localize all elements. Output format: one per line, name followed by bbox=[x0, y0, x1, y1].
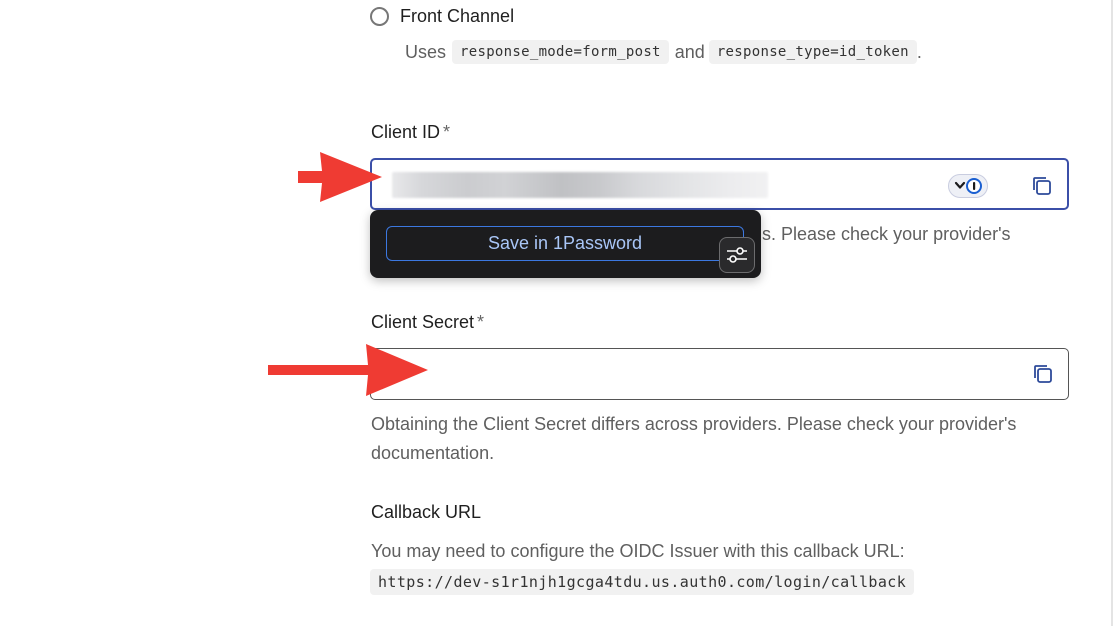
annotation-arrow-icon bbox=[268, 344, 428, 396]
front-channel-label: Front Channel bbox=[400, 6, 515, 26]
copy-icon[interactable] bbox=[1032, 363, 1054, 385]
client-secret-label: Client Secret * bbox=[371, 312, 484, 333]
onepassword-save-popup: Save in 1Password bbox=[370, 210, 761, 278]
client-id-redacted-value bbox=[392, 172, 768, 198]
response-type-code: response_type=id_token bbox=[708, 40, 917, 64]
client-id-help-text: s. Please check your provider's bbox=[762, 224, 1011, 244]
onepassword-icon bbox=[954, 178, 982, 194]
client-id-input[interactable] bbox=[370, 158, 1069, 210]
front-channel-radio[interactable] bbox=[370, 7, 389, 26]
annotation-arrow-icon bbox=[298, 152, 382, 202]
client-secret-input[interactable] bbox=[370, 348, 1069, 400]
desc-and: and bbox=[674, 41, 705, 62]
desc-suffix: . bbox=[916, 41, 922, 62]
callback-url-description: You may need to configure the OIDC Issue… bbox=[371, 541, 905, 561]
scrollbar-edge bbox=[1111, 0, 1113, 626]
front-channel-description: Uses response_mode=form_post and respons… bbox=[405, 40, 922, 64]
client-id-label-text: Client ID bbox=[371, 122, 441, 142]
required-asterisk: * bbox=[443, 122, 451, 142]
oidc-config-form: Front Channel Uses response_mode=form_po… bbox=[0, 0, 1120, 626]
callback-url-title: Callback URL bbox=[371, 502, 482, 522]
onepassword-inline-button[interactable] bbox=[948, 174, 988, 198]
popup-settings-button[interactable] bbox=[719, 237, 755, 273]
client-secret-help-text: Obtaining the Client Secret differs acro… bbox=[371, 414, 1017, 463]
response-mode-code: response_mode=form_post bbox=[452, 40, 669, 64]
copy-icon[interactable] bbox=[1031, 175, 1053, 197]
required-asterisk: * bbox=[477, 312, 485, 332]
callback-url-code: https://dev-s1r1njh1gcga4tdu.us.auth0.co… bbox=[370, 569, 915, 595]
save-in-1password-button[interactable]: Save in 1Password bbox=[386, 226, 744, 261]
desc-prefix: Uses bbox=[405, 41, 447, 62]
sliders-icon bbox=[727, 247, 747, 263]
client-secret-label-text: Client Secret bbox=[371, 312, 475, 332]
front-channel-option[interactable]: Front Channel bbox=[370, 6, 514, 27]
client-id-label: Client ID * bbox=[371, 122, 450, 143]
